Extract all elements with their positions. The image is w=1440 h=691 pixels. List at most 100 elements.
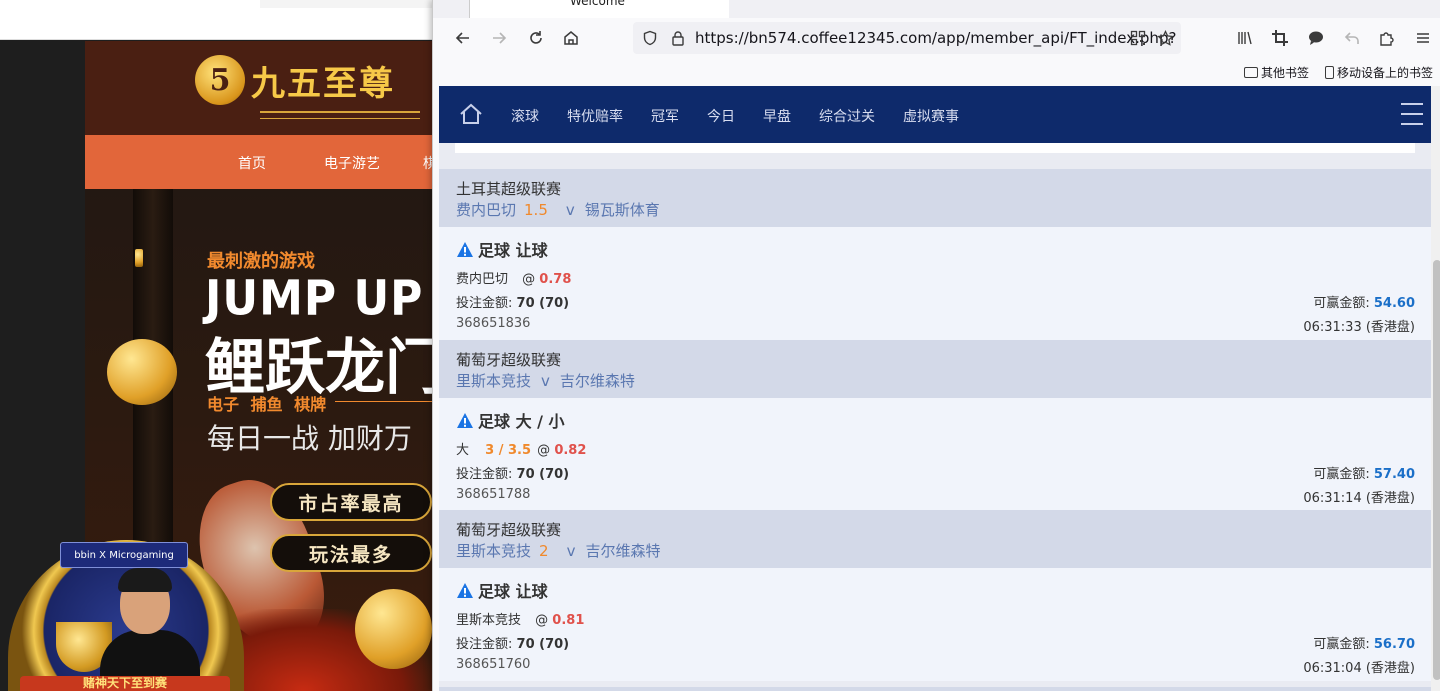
library-button[interactable]: [1233, 26, 1257, 50]
nav-virtual[interactable]: 虚拟赛事: [903, 106, 959, 126]
nav-inplay[interactable]: 滚球: [511, 106, 539, 126]
navigation-toolbar: https://bn574.coffee12345.com/app/member…: [433, 18, 1440, 58]
undo-icon: [1344, 32, 1359, 44]
win-label: 可赢金额:: [1313, 296, 1370, 311]
home-icon[interactable]: [459, 103, 483, 125]
match-header: 土耳其超级联赛 费内巴切 1.5 v 锡瓦斯体育: [439, 169, 1431, 227]
gold-flake-icon: [135, 249, 143, 267]
stake-row: 投注金额: 70 (70): [456, 463, 569, 482]
url-bar[interactable]: https://bn574.coffee12345.com/app/member…: [633, 22, 1181, 54]
page-content: 滚球 特优赔率 冠军 今日 早盘 综合过关 虚拟赛事 土耳其超级联赛 费内巴切 1…: [439, 86, 1431, 691]
back-button[interactable]: [451, 26, 475, 50]
host-hair: [118, 568, 172, 592]
nav-best-odds[interactable]: 特优赔率: [567, 106, 623, 126]
home-icon: [564, 31, 578, 45]
match-teams: 里斯本竞技 v 吉尔维森特: [456, 370, 635, 391]
ticket-id: 368651788: [456, 487, 531, 502]
arrow-left-icon: [455, 32, 469, 44]
undo-button[interactable]: [1340, 26, 1364, 50]
tab-strip: Welcome: [433, 0, 1440, 18]
win-amount: 57.40: [1373, 467, 1415, 482]
extensions-button[interactable]: [1375, 26, 1399, 50]
casino-logo[interactable]: 5 九五至尊: [195, 55, 395, 105]
league-name: 葡萄牙超级联赛: [456, 521, 562, 539]
casino-nav-chess[interactable]: 棋: [423, 153, 432, 173]
bet-slip: 足球 让球 里斯本竞技 @ 0.81 投注金额: 70 (70) 可赢金额: 5…: [439, 568, 1431, 681]
chat-button[interactable]: [1304, 26, 1328, 50]
home-team: 费内巴切: [456, 201, 517, 219]
bookmark-mobile[interactable]: 移动设备上的书签: [1325, 64, 1433, 81]
gold-coin-icon: [107, 339, 177, 405]
hamburger-icon[interactable]: [1401, 103, 1423, 125]
versus: v: [541, 372, 550, 390]
background-window-toolbar: [0, 0, 432, 40]
match-teams: 费内巴切 1.5 v 锡瓦斯体育: [456, 199, 660, 220]
versus: v: [566, 542, 576, 560]
crop-icon: [1272, 30, 1288, 46]
logo-ornament: [260, 111, 420, 119]
active-tab[interactable]: Welcome: [469, 0, 729, 18]
odds-at: @: [535, 613, 549, 628]
stake-amount: 70 (70): [516, 637, 570, 652]
selection-team: 里斯本竞技: [456, 613, 522, 628]
shield-icon[interactable]: [639, 27, 661, 49]
mobile-device-icon: [1325, 66, 1334, 79]
nav-outright[interactable]: 冠军: [651, 106, 679, 126]
bookmark-other[interactable]: 其他书签: [1244, 64, 1309, 81]
nav-parlay[interactable]: 综合过关: [819, 106, 875, 126]
bet-time: 06:31:04 (香港盘): [1303, 661, 1415, 676]
star-icon[interactable]: [1154, 27, 1176, 49]
reload-icon: [530, 31, 542, 44]
warning-icon: [457, 412, 473, 428]
banner-slogan: 每日一战 加财万: [207, 422, 412, 455]
total-line: 3 / 3.5: [485, 443, 532, 458]
gold-coin-icon: [355, 589, 432, 669]
match-header: 葡萄牙超级联赛 里斯本竞技 v 吉尔维森特: [439, 340, 1431, 398]
odds-value: 0.82: [554, 443, 587, 458]
match-header: 葡萄牙超级联赛 里斯本竞技 2 v 吉尔维森特: [439, 510, 1431, 568]
home-team: 里斯本竞技: [456, 372, 532, 390]
away-team: 锡瓦斯体育: [584, 201, 660, 219]
stake-amount: 70 (70): [516, 467, 570, 482]
folder-icon: [1244, 67, 1258, 78]
app-menu-button[interactable]: [1411, 26, 1435, 50]
qr-code-icon[interactable]: [1127, 27, 1149, 49]
bet-type-label: 足球 让球: [478, 582, 548, 601]
scrollbar-thumb[interactable]: [1433, 260, 1440, 680]
lock-icon[interactable]: [667, 27, 689, 49]
bet-selection: 大 3 / 3.5 @ 0.82: [456, 439, 586, 458]
stake-row: 投注金额: 70 (70): [456, 633, 569, 652]
screenshot-button[interactable]: [1268, 26, 1292, 50]
odds-value: 0.78: [539, 272, 572, 287]
versus: v: [565, 201, 575, 219]
bet-type-label: 足球 让球: [478, 241, 548, 260]
browser-window: Welcome https://bn574.coffee12345.com/ap…: [432, 0, 1440, 691]
forward-button[interactable]: [487, 26, 511, 50]
selection-team: 费内巴切: [456, 272, 509, 287]
url-text[interactable]: https://bn574.coffee12345.com/app/member…: [695, 29, 1176, 47]
casino-nav-home[interactable]: 首页: [238, 153, 266, 173]
next-match-header: [439, 687, 1431, 691]
league-name: 葡萄牙超级联赛: [456, 351, 562, 369]
bet-time: 06:31:14 (香港盘): [1303, 491, 1415, 506]
stake-amount: 70 (70): [516, 296, 570, 311]
background-window[interactable]: 5 九五至尊 首页 电子游艺 棋 最刺激的游戏 JUMP UP 鲤跃龙门 电子 …: [0, 0, 432, 691]
win-row: 可赢金额: 54.60: [1313, 292, 1415, 311]
reload-button[interactable]: [524, 26, 548, 50]
stake-row: 投注金额: 70 (70): [456, 292, 569, 311]
bet-slip: 足球 让球 费内巴切 @ 0.78 投注金额: 70 (70) 可赢金额: 54…: [439, 227, 1431, 340]
warning-icon: [457, 241, 473, 257]
stake-label: 投注金额:: [456, 296, 513, 311]
home-button[interactable]: [559, 26, 583, 50]
nav-today[interactable]: 今日: [707, 106, 735, 126]
stake-label: 投注金额:: [456, 467, 513, 482]
odds-at: @: [537, 443, 551, 458]
banner-pill-market-share[interactable]: 市占率最高: [270, 483, 432, 521]
casino-nav: 首页 电子游艺 棋: [85, 135, 432, 189]
win-amount: 56.70: [1373, 637, 1415, 652]
home-team: 里斯本竞技: [456, 542, 532, 560]
bet-type: 足球 大 / 小: [456, 408, 565, 432]
nav-early[interactable]: 早盘: [763, 106, 791, 126]
casino-nav-slots[interactable]: 电子游艺: [324, 153, 380, 173]
banner-pill-most-games[interactable]: 玩法最多: [270, 534, 432, 572]
